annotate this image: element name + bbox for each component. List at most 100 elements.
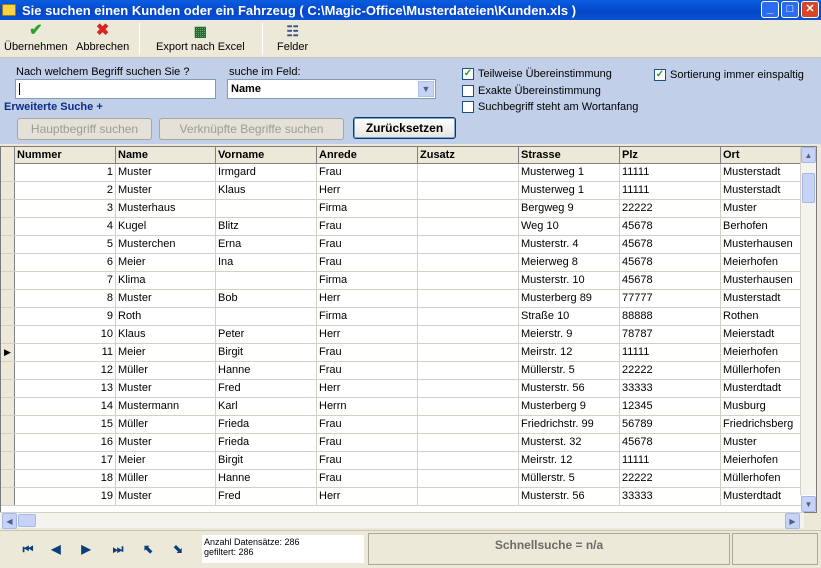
table-row[interactable]: 4 Kugel Blitz Frau Weg 10 45678 Berhofen	[1, 218, 802, 236]
table-row[interactable]: 12 Müller Hanne Frau Müllerstr. 5 22222 Müller…	[1, 362, 802, 380]
cell-vorname[interactable]: Hanne	[216, 470, 317, 487]
cell-anrede[interactable]: Frau	[317, 416, 418, 433]
cell-nummer[interactable]: 12	[15, 362, 116, 379]
cell-plz[interactable]: 45678	[620, 236, 721, 253]
cell-zusatz[interactable]	[418, 254, 519, 271]
cell-anrede[interactable]: Herr	[317, 290, 418, 307]
cell-name[interactable]: Müller	[116, 362, 216, 379]
table-row[interactable]: 8 Muster Bob Herr Musterberg 89 77777 Musterst…	[1, 290, 802, 308]
cell-nummer[interactable]: 6	[15, 254, 116, 271]
cell-plz[interactable]: 45678	[620, 434, 721, 451]
cell-vorname[interactable]: Karl	[216, 398, 317, 415]
row-selector[interactable]	[1, 362, 15, 379]
cell-zusatz[interactable]	[418, 488, 519, 505]
column-header-anrede[interactable]: Anrede	[317, 147, 418, 164]
cell-name[interactable]: Muster	[116, 488, 216, 505]
cell-zusatz[interactable]	[418, 182, 519, 199]
cell-nummer[interactable]: 2	[15, 182, 116, 199]
row-selector[interactable]	[1, 254, 15, 271]
cell-vorname[interactable]: Hanne	[216, 362, 317, 379]
cell-ort[interactable]: Muster	[721, 434, 802, 451]
cell-zusatz[interactable]	[418, 470, 519, 487]
cell-strasse[interactable]: Musterweg 1	[519, 182, 620, 199]
table-row[interactable]: 9 Roth Firma Straße 10 88888 Rothen	[1, 308, 802, 326]
row-selector[interactable]	[1, 470, 15, 487]
row-selector[interactable]	[1, 308, 15, 325]
cell-vorname[interactable]: Birgit	[216, 344, 317, 361]
cell-anrede[interactable]: Firma	[317, 200, 418, 217]
cell-vorname[interactable]: Fred	[216, 488, 317, 505]
jump-up-icon[interactable]: ⬉	[137, 539, 159, 559]
cell-ort[interactable]: Meierhofen	[721, 452, 802, 469]
cell-strasse[interactable]: Weg 10	[519, 218, 620, 235]
cell-name[interactable]: Musterhaus	[116, 200, 216, 217]
cell-anrede[interactable]: Frau	[317, 452, 418, 469]
row-selector[interactable]	[1, 290, 15, 307]
cell-name[interactable]: Muster	[116, 380, 216, 397]
row-selector[interactable]	[1, 200, 15, 217]
row-selector[interactable]	[1, 272, 15, 289]
minimize-button[interactable]: _	[761, 1, 779, 18]
row-selector[interactable]	[1, 218, 15, 235]
cell-nummer[interactable]: 5	[15, 236, 116, 253]
scroll-down-icon[interactable]: ▼	[801, 496, 816, 512]
cell-anrede[interactable]: Herrn	[317, 398, 418, 415]
row-selector[interactable]	[1, 488, 15, 505]
chevron-down-icon[interactable]: ▼	[418, 81, 434, 97]
row-selector[interactable]	[1, 416, 15, 433]
cell-nummer[interactable]: 8	[15, 290, 116, 307]
column-header-zusatz[interactable]: Zusatz	[418, 147, 519, 164]
cell-ort[interactable]: Muster	[721, 200, 802, 217]
last-record-icon[interactable]: ⏭	[107, 539, 129, 559]
scroll-thumb[interactable]	[802, 173, 815, 203]
reset-button[interactable]: Zurücksetzen	[353, 117, 456, 139]
cell-nummer[interactable]: 19	[15, 488, 116, 505]
cell-zusatz[interactable]	[418, 290, 519, 307]
cell-plz[interactable]: 11111	[620, 182, 721, 199]
close-button[interactable]: ✕	[801, 1, 819, 18]
cell-plz[interactable]: 78787	[620, 326, 721, 343]
row-selector[interactable]	[1, 398, 15, 415]
row-selector[interactable]	[1, 434, 15, 451]
field-select[interactable]: Name ▼	[227, 79, 436, 99]
cell-nummer[interactable]: 11	[15, 344, 116, 361]
sort-single-column-checkbox[interactable]: ✓ Sortierung immer einspaltig	[654, 69, 804, 81]
column-header-nummer[interactable]: Nummer	[15, 147, 116, 164]
cell-name[interactable]: Klaus	[116, 326, 216, 343]
cell-name[interactable]: Muster	[116, 290, 216, 307]
cell-vorname[interactable]	[216, 308, 317, 325]
table-row[interactable]: 13 Muster Fred Herr Musterstr. 56 33333 Muster…	[1, 380, 802, 398]
cell-ort[interactable]: Musterstadt	[721, 290, 802, 307]
cell-vorname[interactable]	[216, 272, 317, 289]
first-record-icon[interactable]: ⏮	[17, 539, 39, 559]
cell-strasse[interactable]: Bergweg 9	[519, 200, 620, 217]
cell-plz[interactable]: 56789	[620, 416, 721, 433]
cell-name[interactable]: Müller	[116, 416, 216, 433]
felder-button[interactable]: ☷ Felder	[277, 22, 308, 53]
scroll-up-icon[interactable]: ▲	[801, 147, 816, 163]
cell-plz[interactable]: 12345	[620, 398, 721, 415]
cell-plz[interactable]: 33333	[620, 488, 721, 505]
cell-name[interactable]: Muster	[116, 164, 216, 181]
cell-strasse[interactable]: Friedrichstr. 99	[519, 416, 620, 433]
scroll-thumb-horizontal[interactable]	[18, 514, 36, 527]
cell-vorname[interactable]: Blitz	[216, 218, 317, 235]
cell-plz[interactable]: 11111	[620, 452, 721, 469]
cell-nummer[interactable]: 4	[15, 218, 116, 235]
cell-vorname[interactable]: Fred	[216, 380, 317, 397]
cell-anrede[interactable]: Herr	[317, 380, 418, 397]
column-header-name[interactable]: Name	[116, 147, 216, 164]
cell-vorname[interactable]: Erna	[216, 236, 317, 253]
cell-zusatz[interactable]	[418, 416, 519, 433]
linked-terms-search-button[interactable]: Verknüpfte Begriffe suchen	[159, 118, 344, 140]
cell-name[interactable]: Müller	[116, 470, 216, 487]
table-row[interactable]: 1 Muster Irmgard Frau Musterweg 1 11111 Muster…	[1, 164, 802, 182]
table-row[interactable]: 16 Muster Frieda Frau Musterst. 32 45678 Muste…	[1, 434, 802, 452]
scroll-right-icon[interactable]: ▶	[785, 513, 800, 529]
cell-vorname[interactable]: Bob	[216, 290, 317, 307]
column-header-strasse[interactable]: Strasse	[519, 147, 620, 164]
cell-anrede[interactable]: Frau	[317, 236, 418, 253]
cell-name[interactable]: Meier	[116, 344, 216, 361]
cell-nummer[interactable]: 10	[15, 326, 116, 343]
cell-strasse[interactable]: Meierstr. 9	[519, 326, 620, 343]
